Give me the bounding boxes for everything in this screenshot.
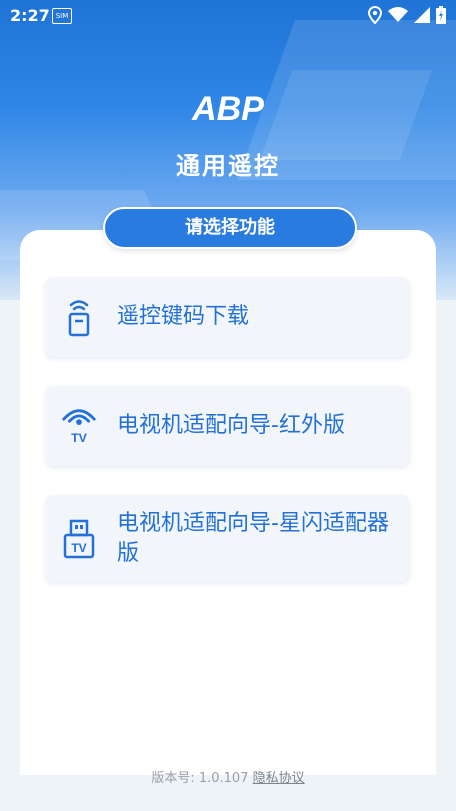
status-time: 2:27 <box>10 6 50 25</box>
tv-infrared-icon: TV <box>62 409 96 444</box>
version-text: 版本号: 1.0.107 <box>151 771 249 786</box>
menu-item-label: 电视机适配向导-星闪适配器版 <box>117 511 389 566</box>
location-icon <box>368 6 382 24</box>
svg-text:TV: TV <box>71 431 88 444</box>
menu-item-tv-adapter[interactable]: TV 电视机适配向导-星闪适配器版 <box>45 495 410 582</box>
remote-download-icon <box>68 300 90 337</box>
menu-item-label: 遥控键码下载 <box>117 304 250 329</box>
wifi-icon <box>388 7 408 22</box>
tv-adapter-icon: TV <box>63 519 95 559</box>
footer: 版本号: 1.0.107 隐私协议 <box>0 767 456 786</box>
menu-item-remote-download[interactable]: 遥控键码下载 <box>45 277 410 357</box>
status-bar: 2:27 SIM <box>0 0 456 32</box>
status-icons <box>368 6 446 24</box>
section-title: 请选择功能 <box>103 207 357 249</box>
menu-item-tv-infrared[interactable]: TV 电视机适配向导-红外版 <box>45 386 410 466</box>
signal-icon <box>414 7 430 23</box>
battery-icon <box>436 6 446 24</box>
app-title: 通用遥控 <box>176 152 280 180</box>
sim-card-icon: SIM <box>52 8 72 24</box>
abp-logo: ABP <box>191 90 264 128</box>
privacy-link[interactable]: 隐私协议 <box>253 771 305 786</box>
svg-text:ABP: ABP <box>191 90 264 128</box>
svg-text:TV: TV <box>71 541 86 555</box>
menu-item-label: 电视机适配向导-红外版 <box>117 413 345 438</box>
